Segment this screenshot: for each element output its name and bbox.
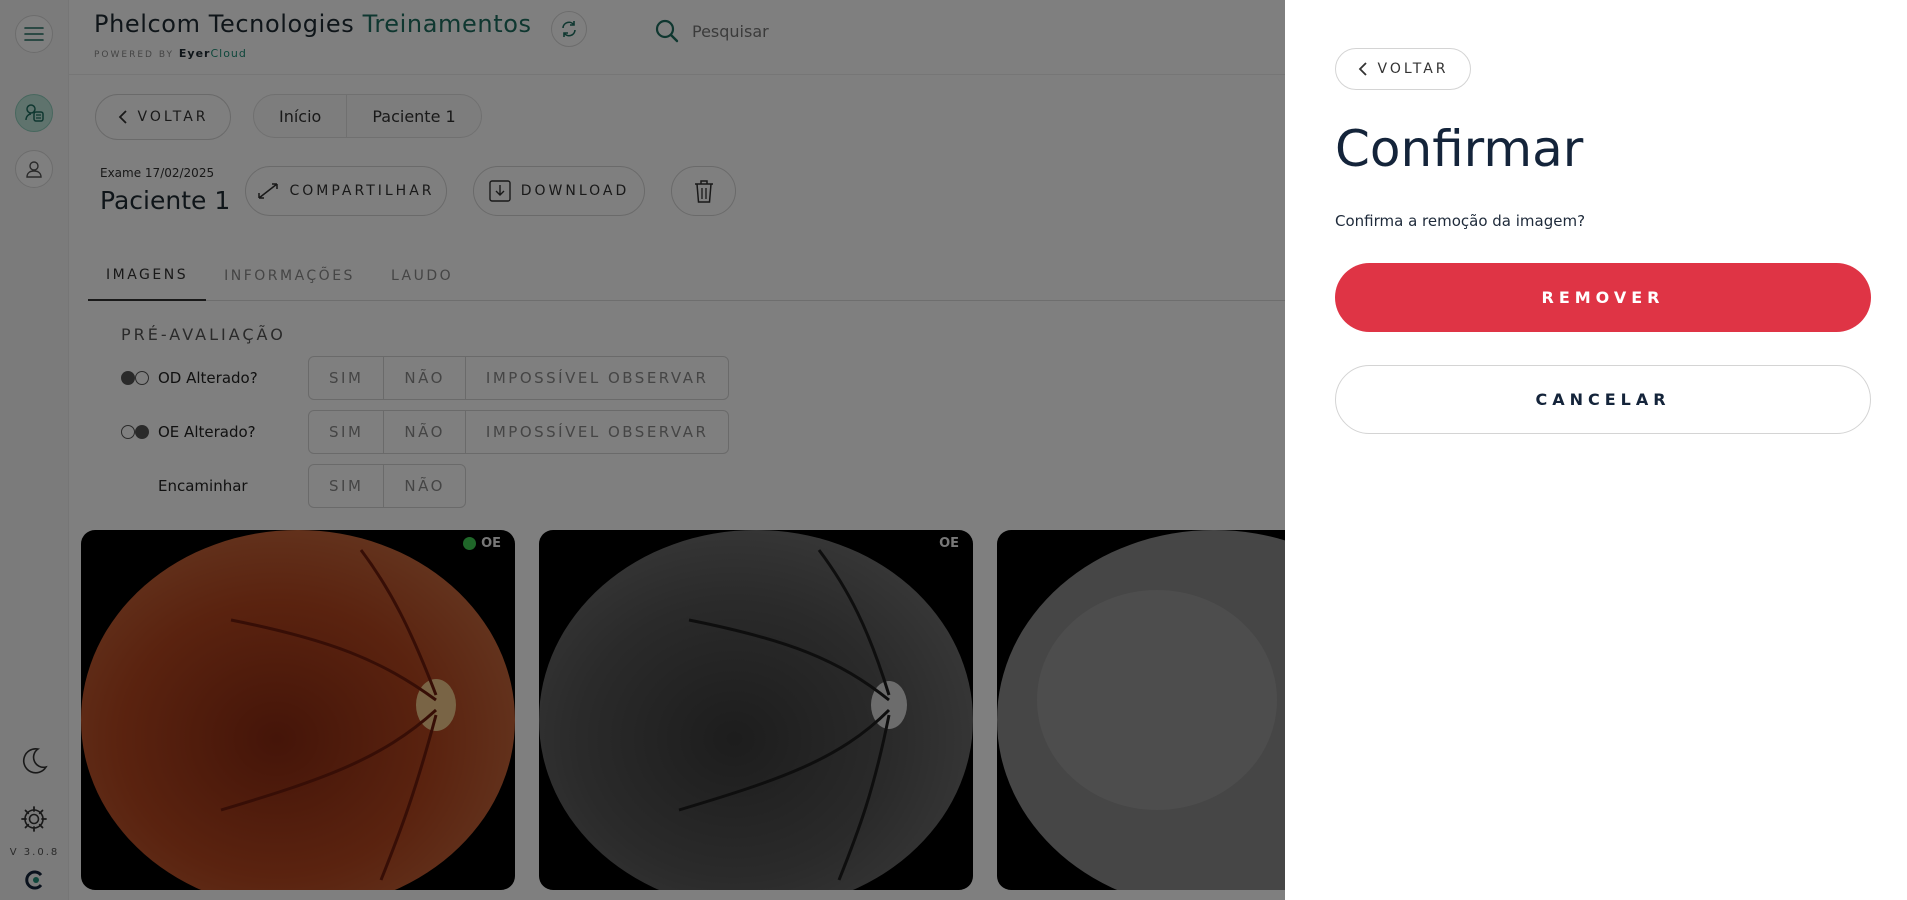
modal-backdrop[interactable] — [0, 0, 1285, 900]
dialog-title: Confirmar — [1335, 120, 1584, 178]
panel-back-button[interactable]: VOLTAR — [1335, 48, 1471, 90]
chevron-left-icon — [1358, 62, 1367, 76]
panel-back-label: VOLTAR — [1377, 61, 1449, 77]
dialog-message: Confirma a remoção da imagem? — [1335, 212, 1586, 230]
remove-button[interactable]: REMOVER — [1335, 263, 1871, 332]
cancel-button[interactable]: CANCELAR — [1335, 365, 1871, 434]
confirm-panel: VOLTAR Confirmar Confirma a remoção da i… — [1285, 0, 1907, 900]
